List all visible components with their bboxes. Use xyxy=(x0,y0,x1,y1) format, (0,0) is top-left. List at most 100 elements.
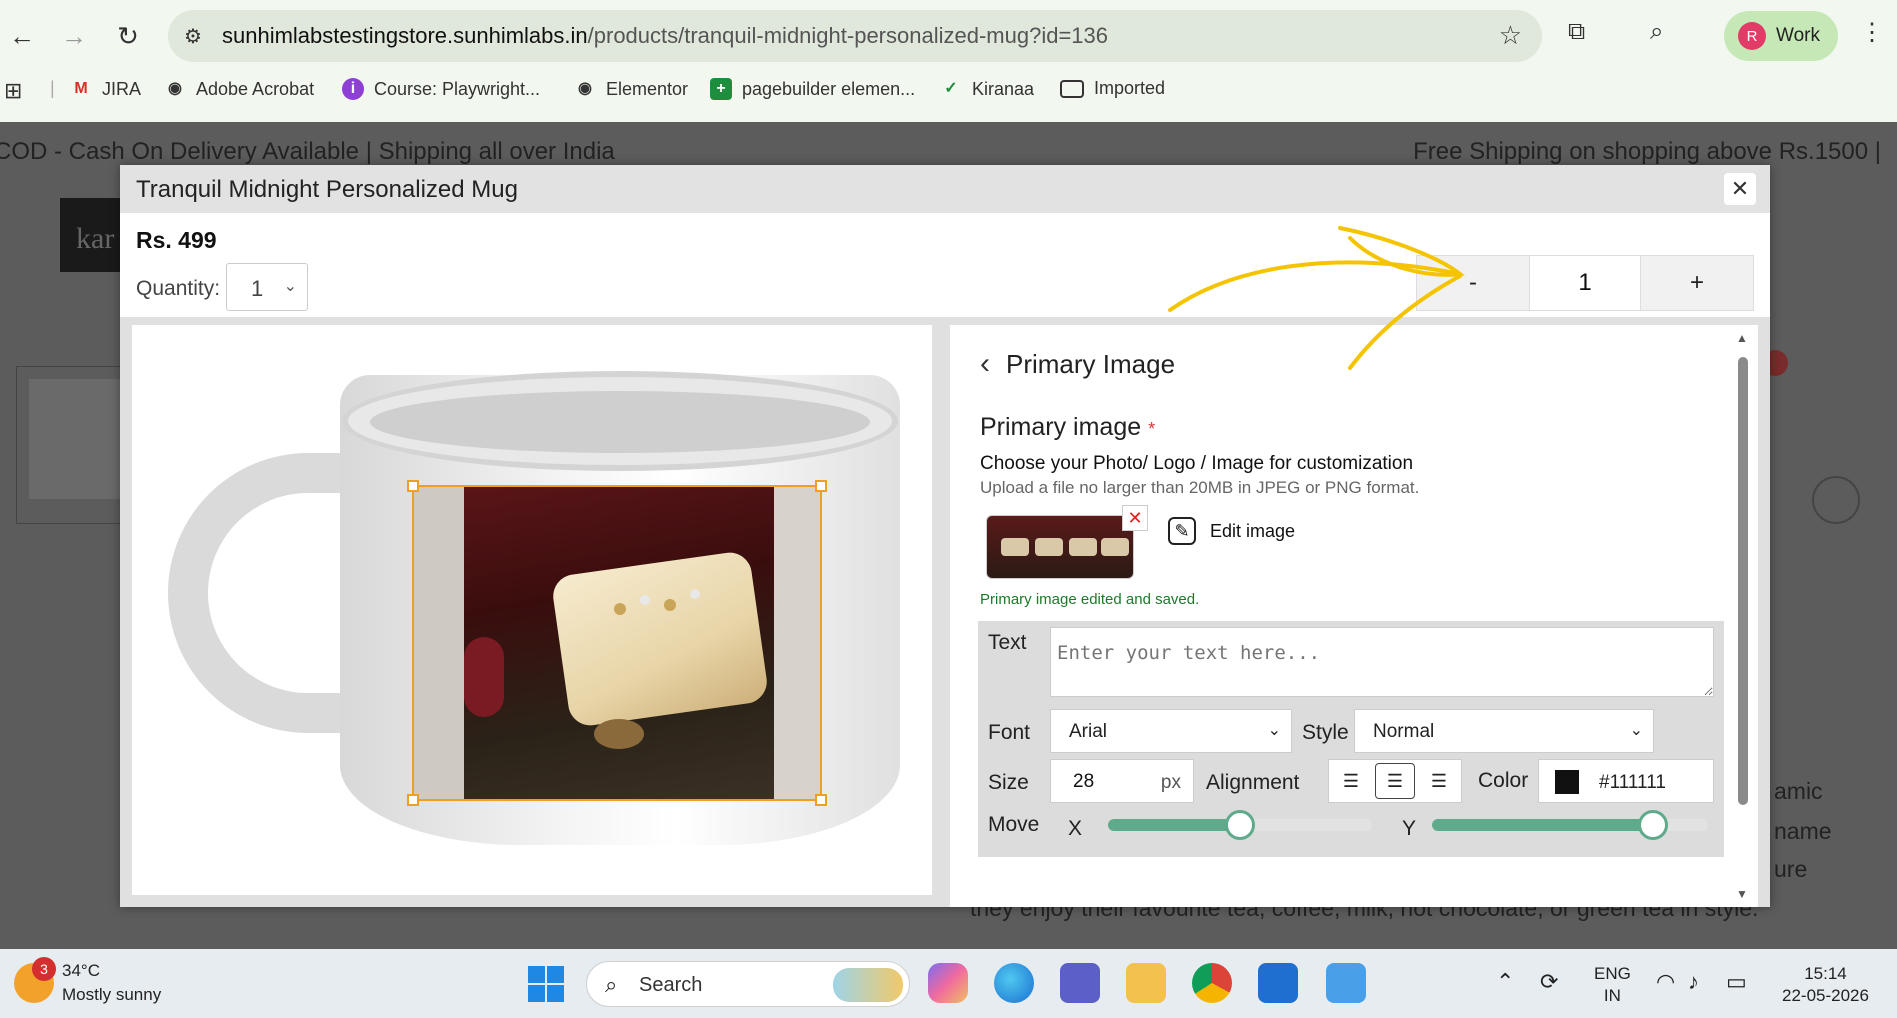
primary-image-heading: Primary image * xyxy=(980,413,1155,442)
align-left-icon[interactable]: ☰ xyxy=(1331,763,1371,799)
quantity-select[interactable]: 1 ⌄ xyxy=(226,263,308,311)
mug-preview-canvas[interactable] xyxy=(150,343,914,871)
gmail-icon: M xyxy=(74,80,88,97)
url-host: sunhimlabstestingstore.sunhimlabs.in xyxy=(222,23,588,48)
text-label: Text xyxy=(988,631,1027,654)
taskbar-search[interactable]: ⌕ Search xyxy=(586,961,910,1007)
bookmark-divider: | xyxy=(50,78,55,98)
annotation-arrow xyxy=(1168,226,1465,370)
style-select[interactable]: Normal ⌄ xyxy=(1354,709,1654,753)
bookmark-label: Imported xyxy=(1094,78,1166,98)
volume-icon[interactable]: ♪ xyxy=(1688,969,1699,995)
sync-icon[interactable]: ⟳ xyxy=(1540,969,1558,995)
bookmark-elementor[interactable]: ◉ Elementor xyxy=(574,78,688,100)
chevron-left-icon[interactable]: ‹ xyxy=(980,347,990,381)
avatar: R xyxy=(1738,22,1766,50)
globe-icon: ◉ xyxy=(578,80,592,97)
mug-interior xyxy=(370,391,870,453)
clock-date: 22-05-2026 xyxy=(1782,986,1869,1005)
apps-grid-icon[interactable]: ⊞ xyxy=(4,78,22,104)
upload-note: Upload a file no larger than 20MB in JPE… xyxy=(980,478,1420,497)
bookmarks-bar: ⊞ | M JIRA ◉ Adobe Acrobat i Course: Playwr… xyxy=(0,74,1897,108)
color-swatch[interactable] xyxy=(1555,770,1579,794)
alignment-label: Alignment xyxy=(1206,771,1300,794)
align-center-icon[interactable]: ☰ xyxy=(1375,763,1415,799)
personalize-modal: Tranquil Midnight Personalized Mug ✕ Rs.… xyxy=(120,165,1770,907)
wifi-icon[interactable]: ◠ xyxy=(1656,969,1675,995)
resize-handle-bottom-right[interactable] xyxy=(815,794,827,806)
windows-start-icon[interactable] xyxy=(528,966,564,1002)
bookmark-pagebuilder[interactable]: + pagebuilder elemen... xyxy=(710,78,915,100)
increment-button[interactable]: + xyxy=(1641,256,1753,310)
scroll-thumb[interactable] xyxy=(1738,357,1748,805)
bookmark-jira[interactable]: M JIRA xyxy=(70,78,141,100)
quantity-select-value: 1 xyxy=(251,276,264,301)
copilot-icon[interactable] xyxy=(928,963,968,1003)
page-text-line: amic xyxy=(1774,778,1823,804)
thumb-gem xyxy=(1001,538,1029,556)
bookmark-adobe-acrobat[interactable]: ◉ Adobe Acrobat xyxy=(164,78,314,100)
lang-top: ENG xyxy=(1594,964,1631,983)
bookmark-kiranaa[interactable]: ✓ Kiranaa xyxy=(940,78,1034,100)
text-customization-box: Text Font Arial ⌄ Style Normal ⌄ Size 28… xyxy=(978,621,1724,857)
bead xyxy=(640,595,650,605)
bookmark-label: pagebuilder elemen... xyxy=(742,78,916,99)
panel-scrollbar[interactable]: ▲ ▼ xyxy=(1734,331,1750,901)
edge-icon[interactable] xyxy=(994,963,1034,1003)
weather-widget[interactable]: 3 34°C Mostly sunny xyxy=(14,957,161,1007)
scroll-down-icon[interactable]: ▼ xyxy=(1736,887,1748,901)
modal-header: Tranquil Midnight Personalized Mug ✕ xyxy=(120,165,1770,213)
edit-image-button[interactable]: ✎ Edit image xyxy=(1168,517,1295,545)
text-input[interactable] xyxy=(1050,627,1714,697)
bookmark-course-playwright[interactable]: i Course: Playwright... xyxy=(342,78,540,100)
move-y-slider[interactable] xyxy=(1432,810,1708,840)
tab-search-icon[interactable]: ⌕ xyxy=(1650,18,1663,46)
back-arrow-icon[interactable]: ← xyxy=(4,18,40,54)
chrome-icon[interactable] xyxy=(1192,963,1232,1003)
color-picker[interactable]: #111111 xyxy=(1538,759,1714,803)
thumb-gem xyxy=(1101,538,1129,556)
notepad-icon[interactable] xyxy=(1326,963,1366,1003)
forward-arrow-icon[interactable]: → xyxy=(56,18,92,54)
stepper-value[interactable]: 1 xyxy=(1529,256,1641,310)
size-label: Size xyxy=(988,771,1029,794)
slider-knob[interactable] xyxy=(1225,810,1255,840)
clock[interactable]: 15:14 22-05-2026 xyxy=(1782,963,1869,1007)
resize-handle-top-right[interactable] xyxy=(815,480,827,492)
bookmark-imported[interactable]: Imported xyxy=(1060,78,1165,99)
chevron-up-icon[interactable]: ⌃ xyxy=(1496,969,1514,995)
course-icon: i xyxy=(342,78,364,100)
teams-icon[interactable] xyxy=(1060,963,1100,1003)
resize-handle-top-left[interactable] xyxy=(407,480,419,492)
size-input[interactable]: 28 px xyxy=(1050,759,1194,803)
profile-button[interactable]: R Work xyxy=(1724,11,1838,61)
address-bar[interactable]: ⚙ sunhimlabstestingstore.sunhimlabs.in/p… xyxy=(168,10,1542,62)
file-explorer-icon[interactable] xyxy=(1126,963,1166,1003)
remove-image-icon[interactable]: ✕ xyxy=(1122,505,1148,531)
resize-handle-bottom-left[interactable] xyxy=(407,794,419,806)
language-indicator[interactable]: ENG IN xyxy=(1594,963,1631,1007)
color-hex: #111111 xyxy=(1599,772,1666,793)
battery-icon[interactable]: ▭ xyxy=(1726,969,1747,995)
align-right-icon[interactable]: ☰ xyxy=(1419,763,1459,799)
extensions-icon[interactable]: ⧉ xyxy=(1568,18,1585,46)
y-label: Y xyxy=(1402,817,1417,840)
folder-icon xyxy=(1060,79,1084,98)
bookmark-star-icon[interactable]: ☆ xyxy=(1499,20,1522,51)
app-window-icon[interactable] xyxy=(1258,963,1298,1003)
move-x-slider[interactable] xyxy=(1108,810,1372,840)
modal-title: Tranquil Midnight Personalized Mug xyxy=(136,176,518,203)
back-row[interactable]: ‹ Primary Image xyxy=(980,347,1175,381)
chevron-down-icon: ⌄ xyxy=(1267,722,1281,739)
site-info-icon[interactable]: ⚙ xyxy=(184,24,202,49)
slider-knob[interactable] xyxy=(1637,810,1668,840)
image-selection-box[interactable] xyxy=(407,480,827,806)
size-value: 28 xyxy=(1073,771,1095,792)
font-select[interactable]: Arial ⌄ xyxy=(1050,709,1292,753)
browser-toolbar: ← → ↻ ⚙ sunhimlabstestingstore.sunhimlab… xyxy=(0,0,1897,122)
scroll-up-icon[interactable]: ▲ xyxy=(1736,331,1748,345)
menu-kebab-icon[interactable]: ⋮ xyxy=(1860,18,1884,47)
close-button[interactable]: ✕ xyxy=(1724,173,1756,205)
side-clutch xyxy=(464,637,504,717)
reload-icon[interactable]: ↻ xyxy=(110,18,146,54)
